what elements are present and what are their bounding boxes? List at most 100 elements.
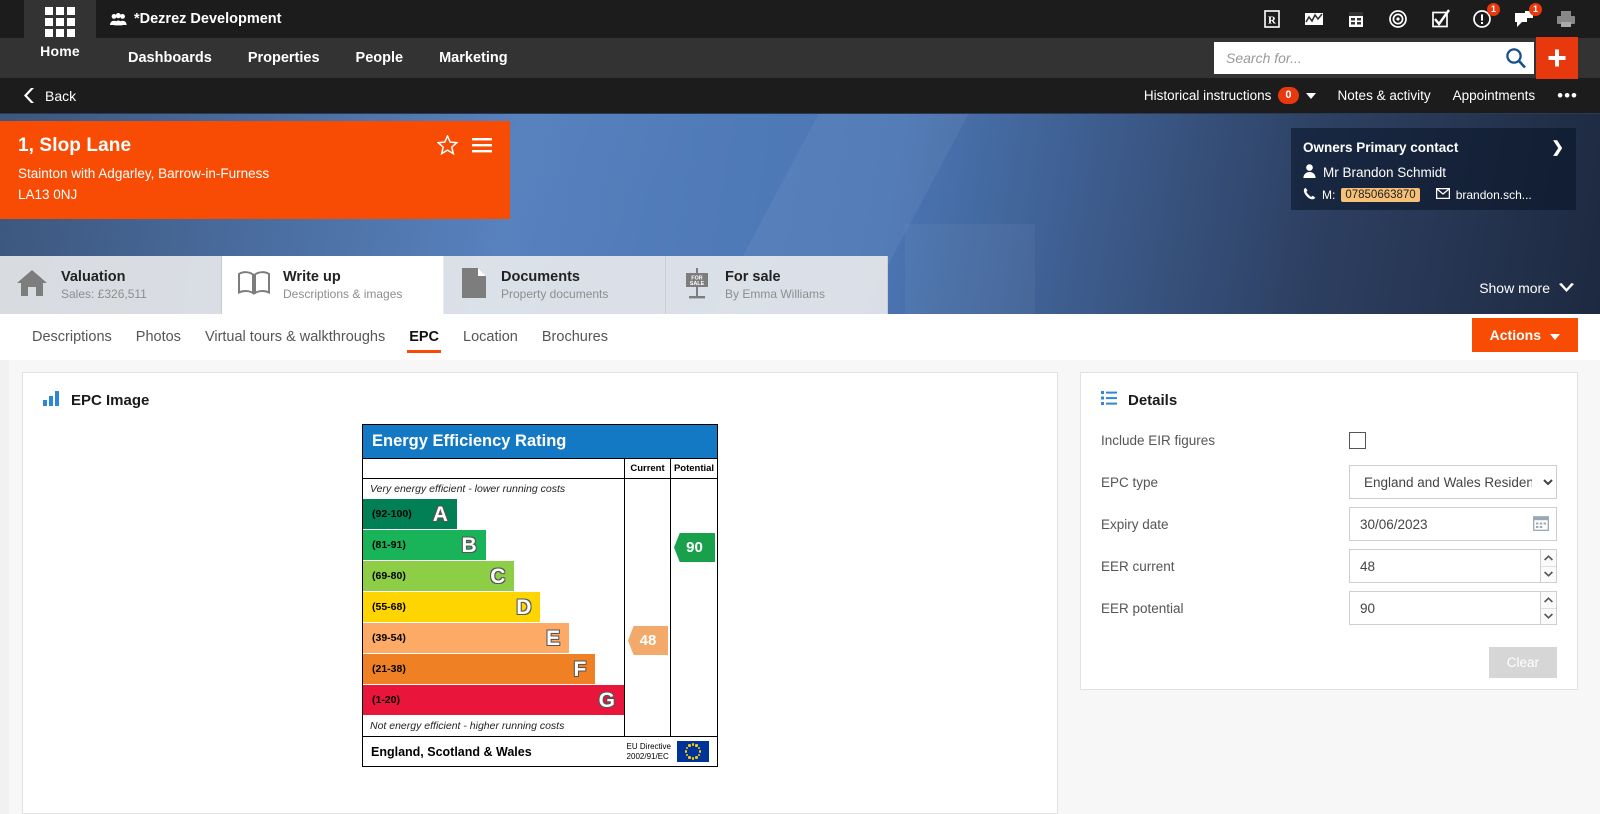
book-icon [238, 270, 270, 301]
clear-button[interactable]: Clear [1488, 647, 1557, 678]
print-icon[interactable] [1554, 7, 1578, 31]
top-icon-group: R 1 1 [1260, 3, 1600, 31]
owner-mobile-number[interactable]: 07850663870 [1341, 188, 1420, 202]
tab-documents[interactable]: Documents Property documents [444, 256, 666, 314]
epc-type-row: EPC type England and Wales Residential [1101, 465, 1557, 499]
tab-for-sale-title: For sale [725, 269, 781, 285]
epc-image-panel: EPC Image Energy Efficiency Rating Very … [22, 372, 1058, 814]
favourite-star-icon[interactable] [436, 134, 459, 160]
epc-band-g: (1-20) G [363, 685, 624, 715]
search-input[interactable] [1226, 50, 1502, 66]
epc-potential-cell-e [671, 626, 717, 657]
eer-current-row: EER current [1101, 549, 1557, 583]
eer-current-decrement[interactable] [1541, 567, 1556, 583]
brand-text: *Dezrez Development [134, 11, 282, 27]
eer-current-input[interactable] [1349, 549, 1542, 583]
epc-band-range: (21-38) [372, 663, 406, 675]
property-section-tabs: Valuation Sales: £326,511 Write up Descr… [0, 256, 888, 314]
epc-potential-spacer [671, 479, 717, 502]
home-label: Home [40, 43, 80, 59]
subtab-brochures[interactable]: Brochures [530, 314, 620, 360]
page-scrollbar[interactable] [0, 360, 9, 814]
calendar-icon[interactable] [1344, 7, 1368, 31]
eer-potential-decrement[interactable] [1541, 609, 1556, 625]
svg-text:SALE: SALE [690, 281, 705, 287]
epc-band-letter: C [490, 564, 506, 588]
subtab-location[interactable]: Location [451, 314, 530, 360]
epc-directive-label: EU Directive 2002/91/EC [627, 742, 671, 760]
eer-potential-increment[interactable] [1541, 592, 1556, 609]
eer-current-increment[interactable] [1541, 550, 1556, 567]
tab-valuation[interactable]: Valuation Sales: £326,511 [0, 256, 222, 314]
eer-potential-stepper[interactable] [1541, 591, 1557, 625]
nav-item-properties[interactable]: Properties [230, 38, 338, 78]
expiry-date-input[interactable] [1349, 507, 1557, 541]
subtab-virtual-tours[interactable]: Virtual tours & walkthroughs [193, 314, 397, 360]
epc-potential-marker: 90 [674, 533, 715, 562]
epc-current-cell-f [625, 657, 670, 688]
mobile-label: M: [1322, 188, 1336, 202]
epc-potential-column: Potential 90 [671, 459, 717, 736]
search-box[interactable] [1214, 42, 1534, 74]
nav-item-dashboards[interactable]: Dashboards [110, 38, 230, 78]
epc-potential-header: Potential [671, 459, 717, 479]
tab-write-up[interactable]: Write up Descriptions & images [222, 256, 444, 314]
tasks-checkbox-icon[interactable] [1428, 7, 1452, 31]
menu-hamburger-icon[interactable] [472, 137, 492, 158]
epc-current-header: Current [625, 459, 670, 479]
nav-item-people[interactable]: People [338, 38, 422, 78]
app-launcher-home-button[interactable]: Home [24, 0, 96, 78]
eer-current-stepper[interactable] [1541, 549, 1557, 583]
expiry-date-label: Expiry date [1101, 516, 1169, 532]
eer-potential-label: EER potential [1101, 600, 1184, 616]
subtab-epc[interactable]: EPC [397, 314, 451, 360]
epc-chart-title: Energy Efficiency Rating [363, 425, 717, 458]
epc-current-cell-a [625, 502, 670, 533]
historical-instructions-button[interactable]: Historical instructions 0 [1144, 87, 1316, 104]
epc-bands-column: Very energy efficient - lower running co… [363, 459, 625, 736]
document-icon [460, 267, 488, 304]
property-hero-banner: 1, Slop Lane Stainton with Adgarley, Bar… [0, 114, 1600, 314]
tab-for-sale[interactable]: FOR SALE For sale By Emma Williams [666, 256, 888, 314]
epc-chart: Energy Efficiency Rating Very energy eff… [362, 424, 718, 767]
historical-instructions-count: 0 [1278, 87, 1299, 104]
write-up-subtabs: Descriptions Photos Virtual tours & walk… [0, 314, 1600, 360]
eer-potential-input[interactable] [1349, 591, 1542, 625]
alerts-icon[interactable]: 1 [1470, 3, 1500, 31]
more-options-button[interactable]: ••• [1557, 87, 1578, 104]
epc-current-cell-g [625, 688, 670, 719]
epc-potential-cell-d [671, 595, 717, 626]
epc-potential-cell-b: 90 [671, 533, 717, 564]
epc-current-spacer [625, 479, 670, 502]
waffle-grid-icon [45, 7, 75, 37]
group-icon [110, 12, 127, 26]
tab-write-up-title: Write up [283, 269, 341, 285]
add-new-button[interactable] [1536, 37, 1578, 79]
nav-item-marketing[interactable]: Marketing [421, 38, 526, 78]
appointments-button[interactable]: Appointments [1453, 88, 1536, 103]
epc-current-cells: 48 [625, 479, 670, 719]
epc-type-select[interactable]: England and Wales Residential [1349, 465, 1557, 499]
subtab-photos[interactable]: Photos [124, 314, 193, 360]
search-icon[interactable] [1502, 44, 1530, 72]
include-eir-checkbox[interactable] [1349, 431, 1366, 449]
notes-activity-label: Notes & activity [1337, 88, 1431, 103]
hero-decoration-2 [905, 224, 1035, 314]
actions-button[interactable]: Actions [1471, 318, 1578, 352]
reports-icon[interactable]: R [1260, 7, 1284, 31]
epc-band-letter: D [516, 595, 532, 619]
chevron-right-icon[interactable]: ❯ [1551, 138, 1564, 156]
show-more-button[interactable]: Show more [1479, 280, 1574, 296]
analytics-icon[interactable] [1302, 7, 1326, 31]
epc-top-note: Very energy efficient - lower running co… [370, 483, 566, 495]
back-button[interactable]: Back [24, 88, 76, 104]
notes-activity-button[interactable]: Notes & activity [1338, 88, 1431, 103]
epc-current-cell-c [625, 564, 670, 595]
target-icon[interactable] [1386, 7, 1410, 31]
subtab-descriptions[interactable]: Descriptions [20, 314, 124, 360]
include-eir-row: Include EIR figures [1101, 423, 1557, 457]
messages-icon[interactable]: 1 [1512, 3, 1542, 31]
owner-email[interactable]: brandon.sch... [1456, 188, 1532, 202]
owners-primary-contact-card[interactable]: Owners Primary contact ❯ Mr Brandon Schm… [1291, 128, 1576, 210]
eer-potential-row: EER potential [1101, 591, 1557, 625]
